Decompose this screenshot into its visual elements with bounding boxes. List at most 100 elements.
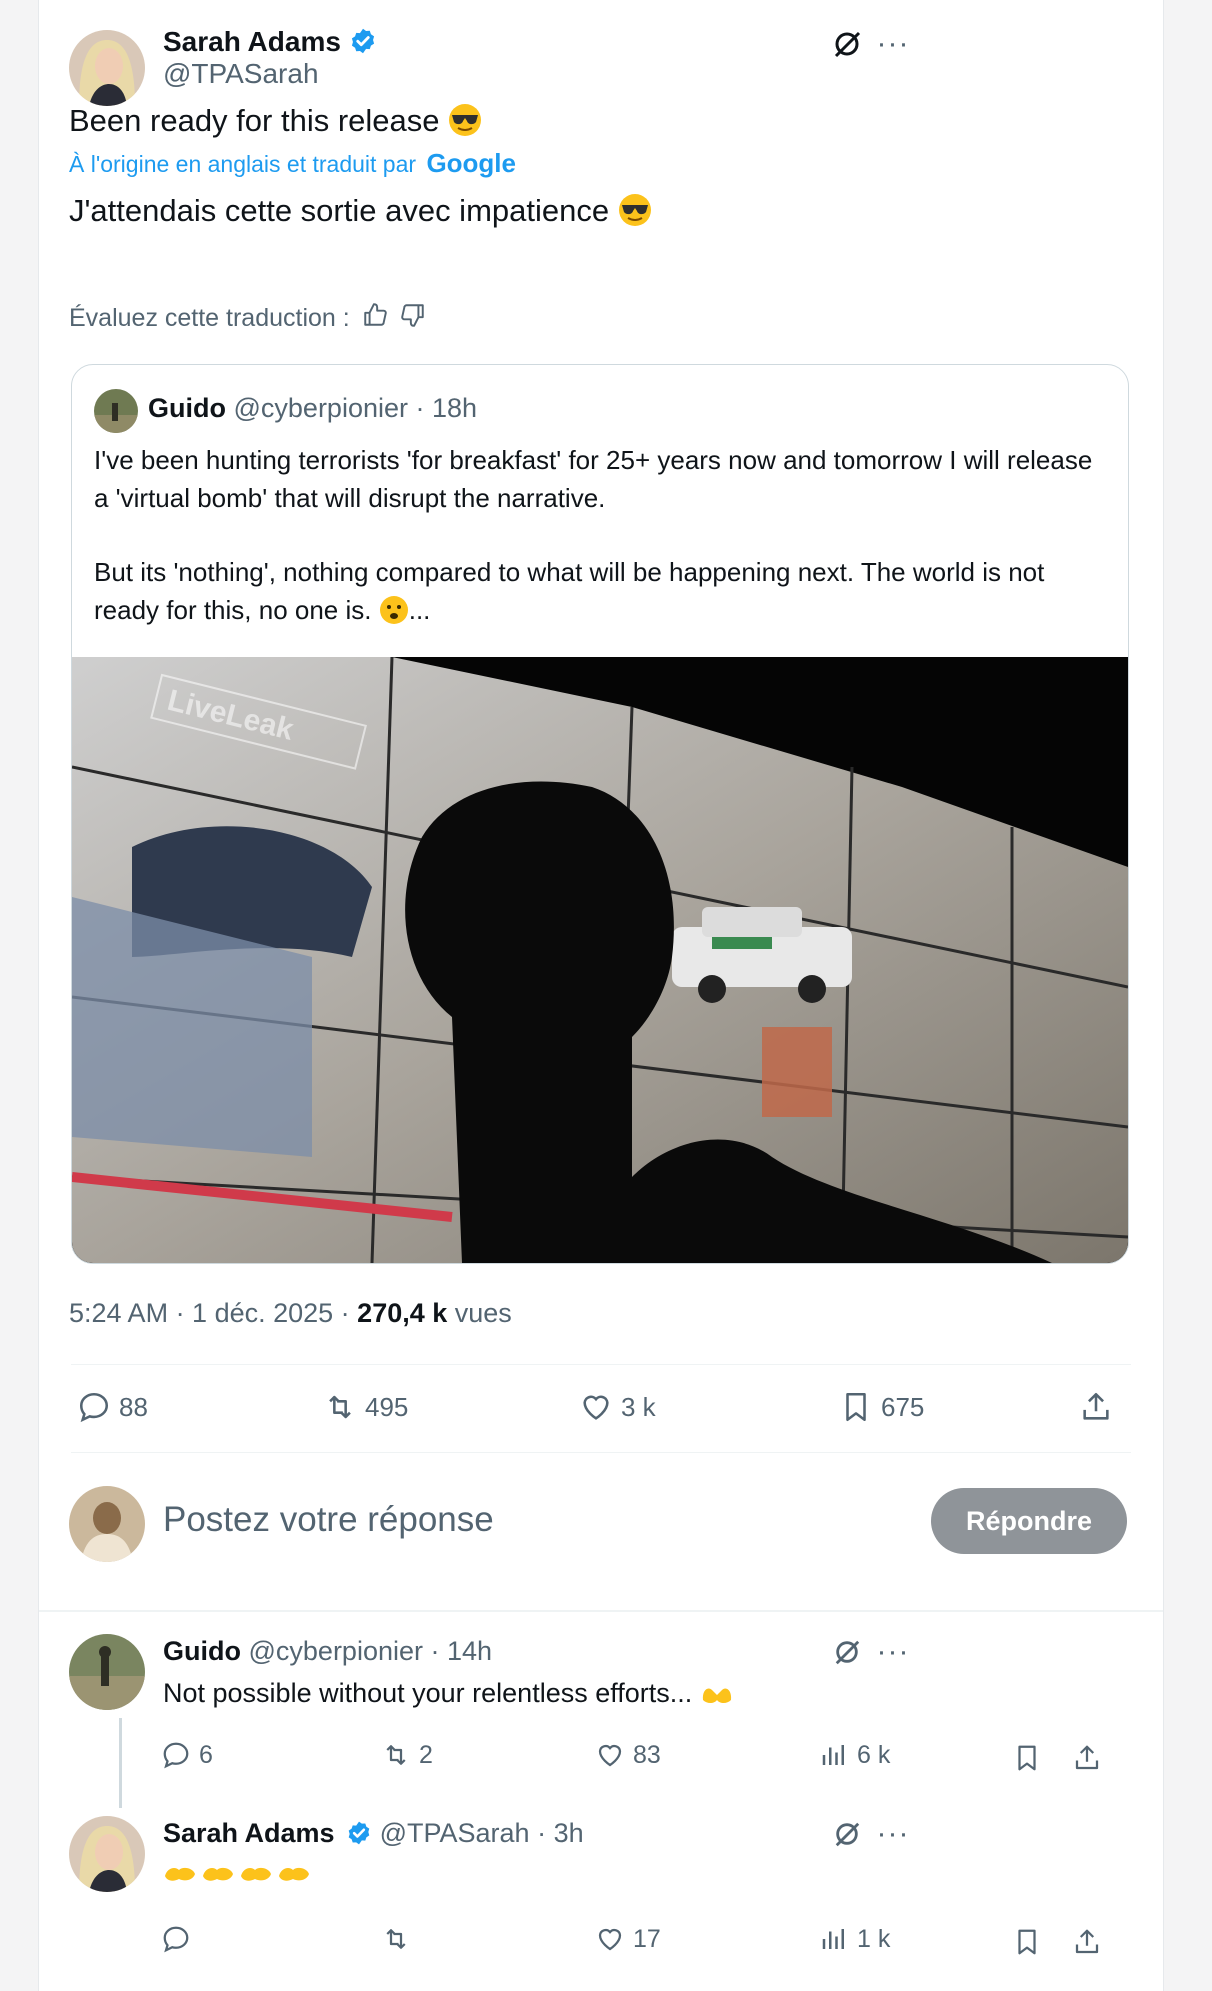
author-name[interactable]: Sarah Adams bbox=[163, 26, 341, 57]
divider bbox=[71, 1364, 1131, 1365]
author-name-row: Sarah Adams bbox=[163, 26, 377, 60]
quoted-paragraph-2-row: But its 'nothing', nothing compared to w… bbox=[94, 553, 1104, 635]
bookmark-count: 675 bbox=[881, 1391, 925, 1422]
timestamp-row: 5:24 AM · 1 déc. 2025 · 270,4 k vues bbox=[69, 1298, 512, 1329]
flexed-arm-emoji-icon bbox=[239, 1862, 273, 1889]
analytics-icon bbox=[819, 1924, 849, 1954]
share-icon[interactable] bbox=[1069, 1740, 1105, 1776]
reply-icon bbox=[77, 1390, 111, 1424]
reply-text-row: Not possible without your relentless eff… bbox=[163, 1678, 734, 1715]
reply-count: 6 bbox=[199, 1740, 213, 1769]
thumbs-up-icon[interactable] bbox=[362, 302, 388, 335]
repost-icon bbox=[381, 1924, 411, 1954]
views-count: 1 k bbox=[857, 1924, 891, 1953]
reply-count: 88 bbox=[119, 1391, 148, 1422]
like-button[interactable]: 83 bbox=[595, 1740, 661, 1770]
bookmark-button[interactable]: 675 bbox=[839, 1390, 924, 1424]
bookmark-icon[interactable] bbox=[1009, 1740, 1045, 1776]
reply-author-name[interactable]: Guido bbox=[163, 1636, 241, 1666]
reply-author-name[interactable]: Sarah Adams bbox=[163, 1818, 335, 1848]
reply-author-row: Guido @cyberpionier · 14h bbox=[163, 1636, 492, 1667]
grok-icon[interactable] bbox=[827, 1632, 867, 1672]
views-count: 6 k bbox=[857, 1740, 891, 1769]
reply-author-avatar[interactable] bbox=[69, 1634, 145, 1710]
google-logo: Google bbox=[426, 148, 516, 178]
grok-icon[interactable] bbox=[827, 24, 867, 64]
flexed-arm-emoji-icon bbox=[163, 1862, 197, 1889]
thumbs-down-icon[interactable] bbox=[400, 302, 426, 335]
current-user-avatar[interactable] bbox=[69, 1486, 145, 1562]
more-options-icon[interactable]: ··· bbox=[871, 1632, 915, 1672]
grok-icon[interactable] bbox=[827, 1814, 867, 1854]
rate-translation-label: Évaluez cette traduction : bbox=[69, 304, 350, 332]
heart-hands-emoji-icon bbox=[700, 1682, 734, 1715]
like-button[interactable]: 3 k bbox=[579, 1390, 656, 1424]
sunglasses-emoji-icon bbox=[618, 193, 652, 238]
tweet-text-row: Been ready for this release bbox=[69, 100, 482, 148]
reply-author-handle[interactable]: @cyberpionier · 14h bbox=[249, 1636, 493, 1666]
like-button[interactable]: 17 bbox=[595, 1924, 661, 1954]
views-button[interactable]: 1 k bbox=[819, 1924, 890, 1954]
quoted-ellipsis: ... bbox=[408, 595, 431, 625]
reply-reply-button[interactable]: 6 bbox=[161, 1740, 213, 1770]
flexed-arm-emoji-icon bbox=[277, 1862, 311, 1889]
author-avatar[interactable] bbox=[69, 30, 145, 106]
verified-badge-icon bbox=[346, 1820, 372, 1853]
views-count: 270,4 k bbox=[357, 1298, 448, 1328]
reply-submit-button[interactable]: Répondre bbox=[931, 1488, 1127, 1554]
reply-reply-button[interactable] bbox=[161, 1924, 199, 1954]
rate-translation-row: Évaluez cette traduction : bbox=[69, 302, 426, 335]
divider bbox=[39, 1610, 1163, 1612]
repost-icon bbox=[381, 1740, 411, 1770]
repost-count: 495 bbox=[365, 1391, 409, 1422]
share-button[interactable] bbox=[1079, 1390, 1113, 1424]
views-label: vues bbox=[447, 1298, 512, 1328]
quoted-author-name: Guido bbox=[148, 393, 226, 423]
quoted-media-image[interactable]: LiveLeak bbox=[72, 657, 1128, 1263]
reply-button[interactable]: 88 bbox=[77, 1390, 148, 1424]
heart-icon bbox=[595, 1740, 625, 1770]
reply-icon bbox=[161, 1924, 191, 1954]
bookmark-icon[interactable] bbox=[1009, 1924, 1045, 1960]
share-icon[interactable] bbox=[1069, 1924, 1105, 1960]
tweet-text: Been ready for this release bbox=[69, 103, 440, 138]
views-button[interactable]: 6 k bbox=[819, 1740, 890, 1770]
like-count: 3 k bbox=[621, 1391, 656, 1422]
quoted-text: I've been hunting terrorists 'for breakf… bbox=[94, 441, 1104, 635]
flexed-arm-emoji-icon bbox=[201, 1862, 235, 1889]
more-options-icon[interactable]: ··· bbox=[871, 24, 915, 64]
quoted-paragraph-2: But its 'nothing', nothing compared to w… bbox=[94, 557, 1045, 625]
heart-icon bbox=[595, 1924, 625, 1954]
like-count: 17 bbox=[633, 1924, 661, 1953]
translated-text: J'attendais cette sortie avec impatience bbox=[69, 193, 610, 228]
quoted-paragraph-1: I've been hunting terrorists 'for breakf… bbox=[94, 445, 1093, 513]
quoted-tweet[interactable]: Guido @cyberpionier · 18h I've been hunt… bbox=[71, 364, 1129, 1264]
share-icon bbox=[1079, 1390, 1113, 1424]
timestamp[interactable]: 5:24 AM · 1 déc. 2025 · bbox=[69, 1298, 357, 1328]
reply-author-row: Sarah Adams @TPASarah · 3h bbox=[163, 1818, 584, 1853]
verified-badge-icon bbox=[349, 27, 377, 60]
reply-author-avatar[interactable] bbox=[69, 1816, 145, 1892]
quoted-author-row: Guido @cyberpionier · 18h bbox=[148, 393, 477, 424]
repost-button[interactable] bbox=[381, 1924, 419, 1954]
reply-input[interactable]: Postez votre réponse bbox=[163, 1500, 494, 1540]
repost-button[interactable]: 495 bbox=[323, 1390, 408, 1424]
repost-icon bbox=[323, 1390, 357, 1424]
reply-icon bbox=[161, 1740, 191, 1770]
reply-submit-label: Répondre bbox=[965, 1505, 1092, 1536]
divider bbox=[71, 1452, 1131, 1453]
analytics-icon bbox=[819, 1740, 849, 1770]
translation-note[interactable]: À l'origine en anglais et traduit par bbox=[69, 151, 416, 177]
heart-icon bbox=[579, 1390, 613, 1424]
thread-line bbox=[119, 1718, 122, 1808]
quoted-author-avatar bbox=[94, 389, 138, 433]
bookmark-icon bbox=[839, 1390, 873, 1424]
repost-button[interactable]: 2 bbox=[381, 1740, 433, 1770]
reply-author-handle[interactable]: @TPASarah · 3h bbox=[380, 1818, 584, 1848]
more-options-icon[interactable]: ··· bbox=[871, 1814, 915, 1854]
author-handle[interactable]: @TPASarah bbox=[163, 58, 319, 90]
tweet-card: Sarah Adams @TPASarah ··· Been ready for… bbox=[38, 0, 1164, 1991]
quoted-author-handle: @cyberpionier · 18h bbox=[233, 393, 478, 423]
worried-face-emoji-icon bbox=[379, 595, 409, 635]
reply-text: Not possible without your relentless eff… bbox=[163, 1678, 693, 1708]
